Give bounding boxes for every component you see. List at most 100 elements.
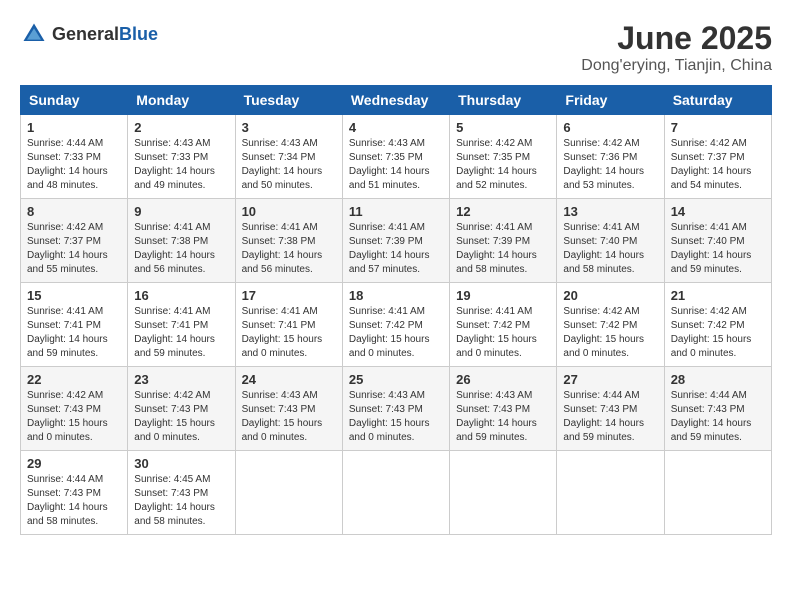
day-number: 20 (563, 288, 657, 303)
day-info: Sunrise: 4:42 AMSunset: 7:43 PMDaylight:… (27, 390, 108, 443)
calendar-cell: 26 Sunrise: 4:43 AMSunset: 7:43 PMDayligh… (450, 367, 557, 451)
day-info: Sunrise: 4:42 AMSunset: 7:35 PMDaylight:… (456, 138, 537, 191)
day-info: Sunrise: 4:44 AMSunset: 7:33 PMDaylight:… (27, 138, 108, 191)
calendar-cell: 20 Sunrise: 4:42 AMSunset: 7:42 PMDayligh… (557, 283, 664, 367)
calendar-cell: 28 Sunrise: 4:44 AMSunset: 7:43 PMDayligh… (664, 367, 771, 451)
calendar-cell: 12Sunrise: 4:41 AMSunset: 7:39 PMDayligh… (450, 199, 557, 283)
calendar-cell: 2 Sunrise: 4:43 AMSunset: 7:33 PMDaylight… (128, 115, 235, 199)
calendar-cell: 27 Sunrise: 4:44 AMSunset: 7:43 PMDayligh… (557, 367, 664, 451)
calendar-cell: 17 Sunrise: 4:41 AMSunset: 7:41 PMDayligh… (235, 283, 342, 367)
day-number: 15 (27, 288, 121, 303)
day-info: Sunrise: 4:41 AMSunset: 7:40 PMDaylight:… (563, 222, 644, 275)
day-header-row: SundayMondayTuesdayWednesdayThursdayFrid… (21, 86, 772, 115)
header-saturday: Saturday (664, 86, 771, 115)
day-info: Sunrise: 4:42 AMSunset: 7:42 PMDaylight:… (671, 306, 752, 359)
day-number: 28 (671, 372, 765, 387)
header-tuesday: Tuesday (235, 86, 342, 115)
day-info: Sunrise: 4:43 AMSunset: 7:43 PMDaylight:… (242, 390, 323, 443)
day-info: Sunrise: 4:43 AMSunset: 7:43 PMDaylight:… (456, 390, 537, 443)
calendar-cell: 13 Sunrise: 4:41 AMSunset: 7:40 PMDayligh… (557, 199, 664, 283)
day-number: 6 (563, 120, 657, 135)
calendar-cell: 9 Sunrise: 4:41 AMSunset: 7:38 PMDaylight… (128, 199, 235, 283)
calendar: SundayMondayTuesdayWednesdayThursdayFrid… (20, 85, 772, 535)
header-wednesday: Wednesday (342, 86, 449, 115)
calendar-cell: 30Sunrise: 4:45 AMSunset: 7:43 PMDayligh… (128, 451, 235, 535)
calendar-cell: 22 Sunrise: 4:42 AMSunset: 7:43 PMDayligh… (21, 367, 128, 451)
calendar-cell (450, 451, 557, 535)
month-title: June 2025 (581, 20, 772, 57)
day-number: 30 (134, 456, 228, 471)
day-number: 24 (242, 372, 336, 387)
day-info: Sunrise: 4:42 AMSunset: 7:42 PMDaylight:… (563, 306, 644, 359)
day-info: Sunrise: 4:41 AMSunset: 7:41 PMDaylight:… (27, 306, 108, 359)
day-number: 27 (563, 372, 657, 387)
calendar-cell (664, 451, 771, 535)
day-info: Sunrise: 4:44 AMSunset: 7:43 PMDaylight:… (563, 390, 644, 443)
day-number: 23 (134, 372, 228, 387)
day-info: Sunrise: 4:41 AMSunset: 7:39 PMDaylight:… (349, 222, 430, 275)
calendar-cell (557, 451, 664, 535)
calendar-cell: 14 Sunrise: 4:41 AMSunset: 7:40 PMDayligh… (664, 199, 771, 283)
day-number: 17 (242, 288, 336, 303)
logo-text: GeneralBlue (52, 24, 158, 45)
day-info: Sunrise: 4:44 AMSunset: 7:43 PMDaylight:… (27, 474, 108, 527)
calendar-cell: 8 Sunrise: 4:42 AMSunset: 7:37 PMDaylight… (21, 199, 128, 283)
location-title: Dong'erying, Tianjin, China (581, 57, 772, 75)
calendar-cell: 5Sunrise: 4:42 AMSunset: 7:35 PMDaylight… (450, 115, 557, 199)
logo-general: General (52, 24, 119, 44)
day-info: Sunrise: 4:41 AMSunset: 7:40 PMDaylight:… (671, 222, 752, 275)
day-info: Sunrise: 4:44 AMSunset: 7:43 PMDaylight:… (671, 390, 752, 443)
day-info: Sunrise: 4:41 AMSunset: 7:42 PMDaylight:… (456, 306, 537, 359)
day-number: 10 (242, 204, 336, 219)
day-info: Sunrise: 4:41 AMSunset: 7:41 PMDaylight:… (134, 306, 215, 359)
day-number: 29 (27, 456, 121, 471)
day-number: 26 (456, 372, 550, 387)
calendar-cell: 25Sunrise: 4:43 AMSunset: 7:43 PMDayligh… (342, 367, 449, 451)
day-number: 8 (27, 204, 121, 219)
calendar-cell: 10 Sunrise: 4:41 AMSunset: 7:38 PMDayligh… (235, 199, 342, 283)
calendar-week-3: 15 Sunrise: 4:41 AMSunset: 7:41 PMDayligh… (21, 283, 772, 367)
calendar-cell (342, 451, 449, 535)
day-info: Sunrise: 4:42 AMSunset: 7:43 PMDaylight:… (134, 390, 215, 443)
calendar-cell: 11Sunrise: 4:41 AMSunset: 7:39 PMDayligh… (342, 199, 449, 283)
calendar-cell: 6 Sunrise: 4:42 AMSunset: 7:36 PMDaylight… (557, 115, 664, 199)
calendar-cell: 15 Sunrise: 4:41 AMSunset: 7:41 PMDayligh… (21, 283, 128, 367)
calendar-week-1: 1 Sunrise: 4:44 AMSunset: 7:33 PMDaylight… (21, 115, 772, 199)
day-info: Sunrise: 4:41 AMSunset: 7:41 PMDaylight:… (242, 306, 323, 359)
day-number: 19 (456, 288, 550, 303)
header: GeneralBlue June 2025 Dong'erying, Tianj… (20, 20, 772, 75)
day-info: Sunrise: 4:42 AMSunset: 7:37 PMDaylight:… (27, 222, 108, 275)
day-number: 22 (27, 372, 121, 387)
day-info: Sunrise: 4:41 AMSunset: 7:38 PMDaylight:… (134, 222, 215, 275)
day-info: Sunrise: 4:41 AMSunset: 7:42 PMDaylight:… (349, 306, 430, 359)
day-number: 7 (671, 120, 765, 135)
day-info: Sunrise: 4:43 AMSunset: 7:33 PMDaylight:… (134, 138, 215, 191)
calendar-cell: 1 Sunrise: 4:44 AMSunset: 7:33 PMDaylight… (21, 115, 128, 199)
day-info: Sunrise: 4:42 AMSunset: 7:36 PMDaylight:… (563, 138, 644, 191)
calendar-cell: 19 Sunrise: 4:41 AMSunset: 7:42 PMDayligh… (450, 283, 557, 367)
day-info: Sunrise: 4:43 AMSunset: 7:35 PMDaylight:… (349, 138, 430, 191)
day-number: 9 (134, 204, 228, 219)
calendar-cell: 3Sunrise: 4:43 AMSunset: 7:34 PMDaylight… (235, 115, 342, 199)
header-monday: Monday (128, 86, 235, 115)
calendar-cell: 7Sunrise: 4:42 AMSunset: 7:37 PMDaylight… (664, 115, 771, 199)
day-number: 2 (134, 120, 228, 135)
day-number: 1 (27, 120, 121, 135)
logo-blue: Blue (119, 24, 158, 44)
day-info: Sunrise: 4:41 AMSunset: 7:38 PMDaylight:… (242, 222, 323, 275)
day-number: 13 (563, 204, 657, 219)
day-info: Sunrise: 4:43 AMSunset: 7:34 PMDaylight:… (242, 138, 323, 191)
title-area: June 2025 Dong'erying, Tianjin, China (581, 20, 772, 75)
logo: GeneralBlue (20, 20, 158, 48)
header-sunday: Sunday (21, 86, 128, 115)
header-friday: Friday (557, 86, 664, 115)
day-info: Sunrise: 4:41 AMSunset: 7:39 PMDaylight:… (456, 222, 537, 275)
day-info: Sunrise: 4:43 AMSunset: 7:43 PMDaylight:… (349, 390, 430, 443)
calendar-week-2: 8 Sunrise: 4:42 AMSunset: 7:37 PMDaylight… (21, 199, 772, 283)
day-number: 14 (671, 204, 765, 219)
calendar-cell: 16Sunrise: 4:41 AMSunset: 7:41 PMDayligh… (128, 283, 235, 367)
calendar-cell: 24 Sunrise: 4:43 AMSunset: 7:43 PMDayligh… (235, 367, 342, 451)
calendar-cell: 18Sunrise: 4:41 AMSunset: 7:42 PMDayligh… (342, 283, 449, 367)
logo-icon (20, 20, 48, 48)
calendar-cell: 29 Sunrise: 4:44 AMSunset: 7:43 PMDayligh… (21, 451, 128, 535)
